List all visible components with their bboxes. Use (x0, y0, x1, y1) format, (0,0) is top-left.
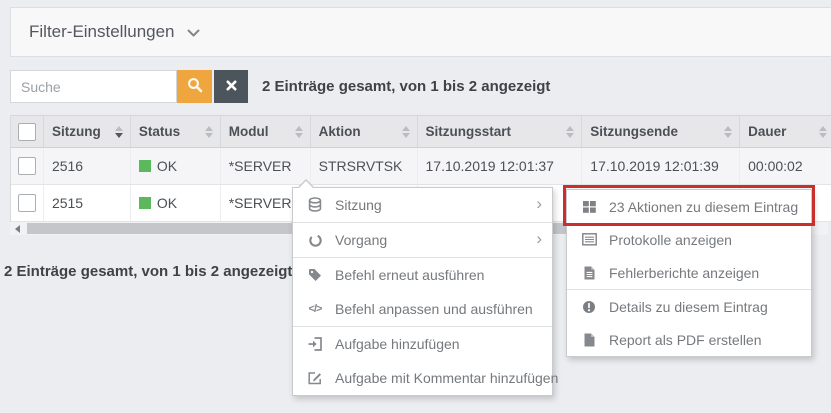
cell-sitzung: 2516 (44, 148, 131, 184)
column-header-dauer[interactable]: Dauer (740, 116, 831, 147)
filter-settings-title: Filter-Einstellungen (29, 22, 175, 42)
entries-summary-bottom: 2 Einträge gesamt, von 1 bis 2 angezeigt (4, 263, 292, 280)
table-row-2516[interactable]: 2516 OK *SERVER STRSRVTSK 17.10.2019 12:… (11, 148, 831, 185)
column-header-status[interactable]: Status (131, 116, 221, 147)
menu-item-aufgabe-hinzufuegen[interactable]: Aufgabe hinzufügen (293, 327, 552, 361)
submenu-item-aktionen[interactable]: 23 Aktionen zu diesem Eintrag (567, 190, 811, 223)
refresh-icon (306, 233, 324, 248)
grid-icon (580, 201, 598, 213)
cell-sitzungsende: 17.10.2019 12:01:39 (582, 148, 740, 184)
task-add-icon (306, 337, 324, 351)
row-context-menu: Sitzung › Vorgang › Befehl erneut ausfüh… (292, 187, 553, 396)
tag-icon (306, 268, 324, 282)
submenu-item-fehlerberichte[interactable]: Fehlerberichte anzeigen (567, 256, 811, 289)
cell-sitzung: 2515 (44, 185, 131, 221)
status-ok-icon (139, 197, 151, 209)
menu-item-befehl-anpassen[interactable]: </> Befehl anpassen und ausführen (293, 292, 552, 326)
list-icon (580, 233, 598, 246)
submenu-item-details[interactable]: Details zu diesem Eintrag (567, 290, 811, 323)
table-header-row: Sitzung Status Modul Aktion Sitzungsstar… (11, 115, 831, 148)
search-icon (187, 77, 203, 96)
chevron-down-icon (187, 25, 200, 43)
status-ok-icon (139, 160, 151, 172)
column-header-aktion[interactable]: Aktion (311, 116, 418, 147)
column-header-sitzungsende[interactable]: Sitzungsende (582, 116, 740, 147)
column-header-modul[interactable]: Modul (221, 116, 311, 147)
cell-status: OK (131, 185, 221, 221)
submenu-item-protokolle[interactable]: Protokolle anzeigen (567, 223, 811, 256)
submenu-arrow-icon: › (536, 195, 542, 215)
menu-notch (297, 179, 315, 188)
submenu-arrow-icon: › (536, 230, 542, 250)
sort-icon (724, 126, 732, 138)
sort-icon (295, 126, 303, 138)
edit-icon (306, 371, 324, 385)
scroll-left-arrow-icon[interactable] (15, 225, 20, 233)
alert-circle-icon (580, 300, 598, 314)
search-input[interactable] (10, 70, 177, 103)
search-button[interactable] (177, 70, 212, 103)
clear-search-button[interactable] (214, 70, 248, 103)
sitzung-submenu: 23 Aktionen zu diesem Eintrag Protokolle… (566, 189, 812, 357)
app-window: Filter-Einstellungen 2 Einträge gesamt, … (0, 0, 831, 413)
menu-item-aufgabe-kommentar[interactable]: Aufgabe mit Kommentar hinzufügen (293, 361, 552, 395)
database-icon (306, 197, 324, 213)
file-text-icon (580, 266, 598, 280)
submenu-item-report-pdf[interactable]: Report als PDF erstellen (567, 323, 811, 356)
filter-settings-header[interactable]: Filter-Einstellungen (10, 7, 831, 57)
select-all-cell (11, 116, 44, 147)
file-icon (580, 333, 598, 347)
row-checkbox[interactable] (18, 157, 36, 175)
cell-aktion: STRSRVTSK (311, 148, 418, 184)
menu-item-vorgang[interactable]: Vorgang › (293, 223, 552, 257)
menu-item-befehl-erneut[interactable]: Befehl erneut ausführen (293, 258, 552, 292)
close-icon (226, 79, 237, 94)
row-checkbox[interactable] (18, 194, 36, 212)
sort-icon (115, 126, 123, 138)
select-all-checkbox[interactable] (18, 123, 36, 141)
sort-icon (205, 126, 213, 138)
cell-dauer: 00:00:02 (740, 148, 831, 184)
sort-icon (819, 126, 827, 138)
cell-sitzungsstart: 17.10.2019 12:01:37 (418, 148, 583, 184)
entries-summary-top: 2 Einträge gesamt, von 1 bis 2 angezeigt (262, 70, 550, 103)
column-header-sitzung[interactable]: Sitzung (44, 116, 131, 147)
menu-item-sitzung[interactable]: Sitzung › (293, 188, 552, 222)
sort-icon (566, 126, 574, 138)
cell-status: OK (131, 148, 221, 184)
column-header-sitzungsstart[interactable]: Sitzungsstart (418, 116, 583, 147)
code-icon: </> (306, 303, 324, 315)
sort-icon (402, 126, 410, 138)
